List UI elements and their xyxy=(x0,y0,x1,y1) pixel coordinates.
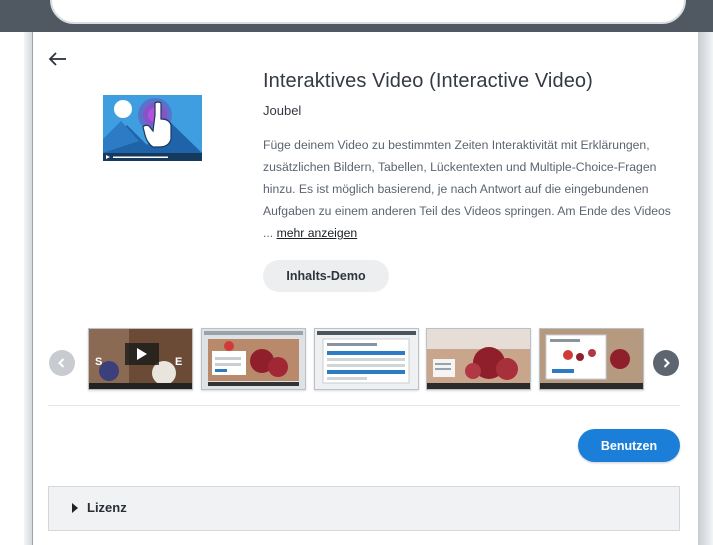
screenshot-thumbnail-3[interactable] xyxy=(314,328,419,390)
show-more-link[interactable]: mehr anzeigen xyxy=(277,226,358,240)
content-author: Joubel xyxy=(263,103,302,118)
svg-text:S: S xyxy=(95,356,102,368)
content-demo-button[interactable]: Inhalts-Demo xyxy=(263,260,389,292)
page-shadow-left xyxy=(24,32,32,545)
screenshot-thumbnail-4[interactable] xyxy=(426,328,531,390)
arrow-left-icon[interactable] xyxy=(47,47,71,71)
search-input[interactable] xyxy=(50,0,686,24)
screenshot-thumbnail-2[interactable] xyxy=(201,328,306,390)
page-shadow-right xyxy=(698,32,713,545)
content-title: Interaktives Video (Interactive Video) xyxy=(263,70,593,92)
chevron-left-icon[interactable] xyxy=(49,350,75,376)
interactive-video-icon xyxy=(103,95,202,161)
use-button[interactable]: Benutzen xyxy=(578,429,680,462)
description-text: Füge deinem Video zu bestimmten Zeiten I… xyxy=(263,138,671,240)
caret-right-icon xyxy=(72,503,78,513)
chevron-right-icon[interactable] xyxy=(653,350,679,376)
content-description: Füge deinem Video zu bestimmten Zeiten I… xyxy=(263,134,683,244)
screenshot-thumbnail-5[interactable] xyxy=(539,328,644,390)
svg-text:E: E xyxy=(175,356,182,368)
divider xyxy=(48,405,680,406)
license-label: Lizenz xyxy=(87,500,127,515)
screenshot-thumbnail-1[interactable]: S E xyxy=(88,328,193,390)
license-accordion[interactable]: Lizenz xyxy=(48,486,680,531)
